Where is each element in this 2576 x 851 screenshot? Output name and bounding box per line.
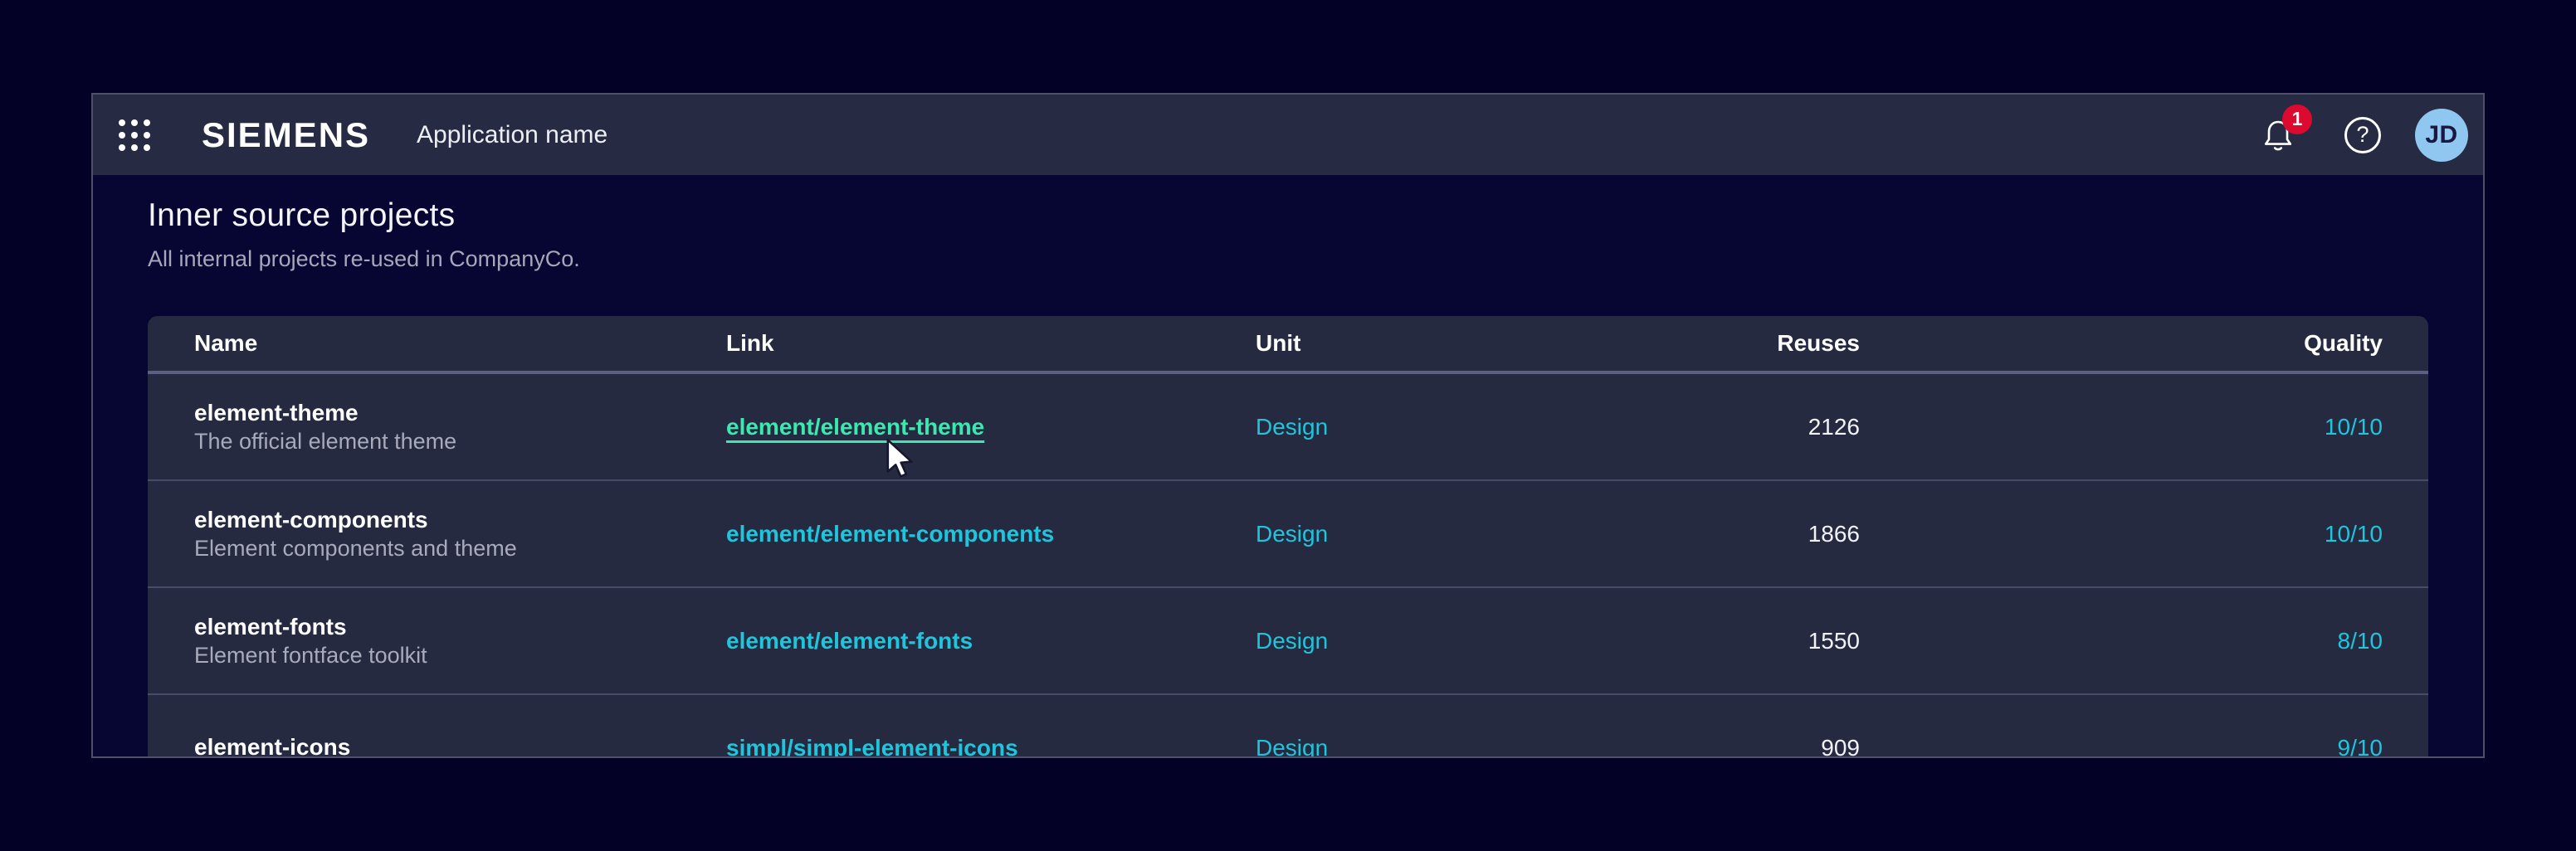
project-unit[interactable]: Design <box>1256 628 1571 654</box>
table-row: element-fonts Element fontface toolkit e… <box>148 588 2428 695</box>
notifications-button[interactable]: 1 <box>2258 115 2298 155</box>
user-avatar[interactable]: JD <box>2415 109 2468 162</box>
table-row: element-icons simpl/simpl-element-icons … <box>148 695 2428 758</box>
project-name: element-components <box>194 506 726 533</box>
application-name: Application name <box>417 121 607 149</box>
project-quality[interactable]: 9/10 <box>1860 735 2383 759</box>
page-content: Inner source projects All internal proje… <box>93 197 2483 758</box>
column-header-reuses: Reuses <box>1571 330 1860 357</box>
project-name-cell: element-components Element components an… <box>194 506 726 562</box>
column-header-link: Link <box>726 330 1256 357</box>
column-header-quality: Quality <box>1860 330 2383 357</box>
page-subtitle: All internal projects re-used in Company… <box>148 246 2428 272</box>
app-header: SIEMENS Application name 1 ? JD <box>93 95 2483 175</box>
project-name: element-fonts <box>194 613 726 640</box>
project-quality[interactable]: 10/10 <box>1860 521 2383 547</box>
project-unit[interactable]: Design <box>1256 735 1571 759</box>
project-link[interactable]: element/element-components <box>726 521 1054 547</box>
project-link[interactable]: simpl/simpl-element-icons <box>726 735 1018 759</box>
app-window: SIEMENS Application name 1 ? JD Inner so… <box>91 93 2485 758</box>
project-reuses: 909 <box>1571 735 1860 759</box>
page-title: Inner source projects <box>148 197 2428 234</box>
project-description: Element components and theme <box>194 535 726 562</box>
project-link[interactable]: element/element-fonts <box>726 628 973 654</box>
table-row: element-theme The official element theme… <box>148 374 2428 481</box>
table-row: element-components Element components an… <box>148 481 2428 588</box>
project-name: element-icons <box>194 733 726 758</box>
help-button[interactable]: ? <box>2344 117 2381 153</box>
projects-table: Name Link Unit Reuses Quality element-th… <box>148 316 2428 758</box>
header-actions: 1 ? JD <box>2258 109 2468 162</box>
project-reuses: 1550 <box>1571 628 1860 654</box>
column-header-unit: Unit <box>1256 330 1571 357</box>
project-reuses: 2126 <box>1571 414 1860 440</box>
project-description: The official element theme <box>194 428 726 455</box>
table-header-row: Name Link Unit Reuses Quality <box>148 316 2428 374</box>
project-quality[interactable]: 8/10 <box>1860 628 2383 654</box>
project-unit[interactable]: Design <box>1256 414 1571 440</box>
project-reuses: 1866 <box>1571 521 1860 547</box>
project-link[interactable]: element/element-theme <box>726 414 984 440</box>
project-name-cell: element-theme The official element theme <box>194 399 726 455</box>
project-quality[interactable]: 10/10 <box>1860 414 2383 440</box>
project-unit[interactable]: Design <box>1256 521 1571 547</box>
project-name-cell: element-icons <box>194 733 726 758</box>
project-name-cell: element-fonts Element fontface toolkit <box>194 613 726 669</box>
column-header-name: Name <box>194 330 726 357</box>
project-name: element-theme <box>194 399 726 426</box>
question-mark-icon: ? <box>2356 122 2369 148</box>
project-description: Element fontface toolkit <box>194 642 726 669</box>
siemens-logo: SIEMENS <box>202 115 370 155</box>
app-launcher-button[interactable] <box>119 119 150 151</box>
notification-badge: 1 <box>2282 105 2312 134</box>
